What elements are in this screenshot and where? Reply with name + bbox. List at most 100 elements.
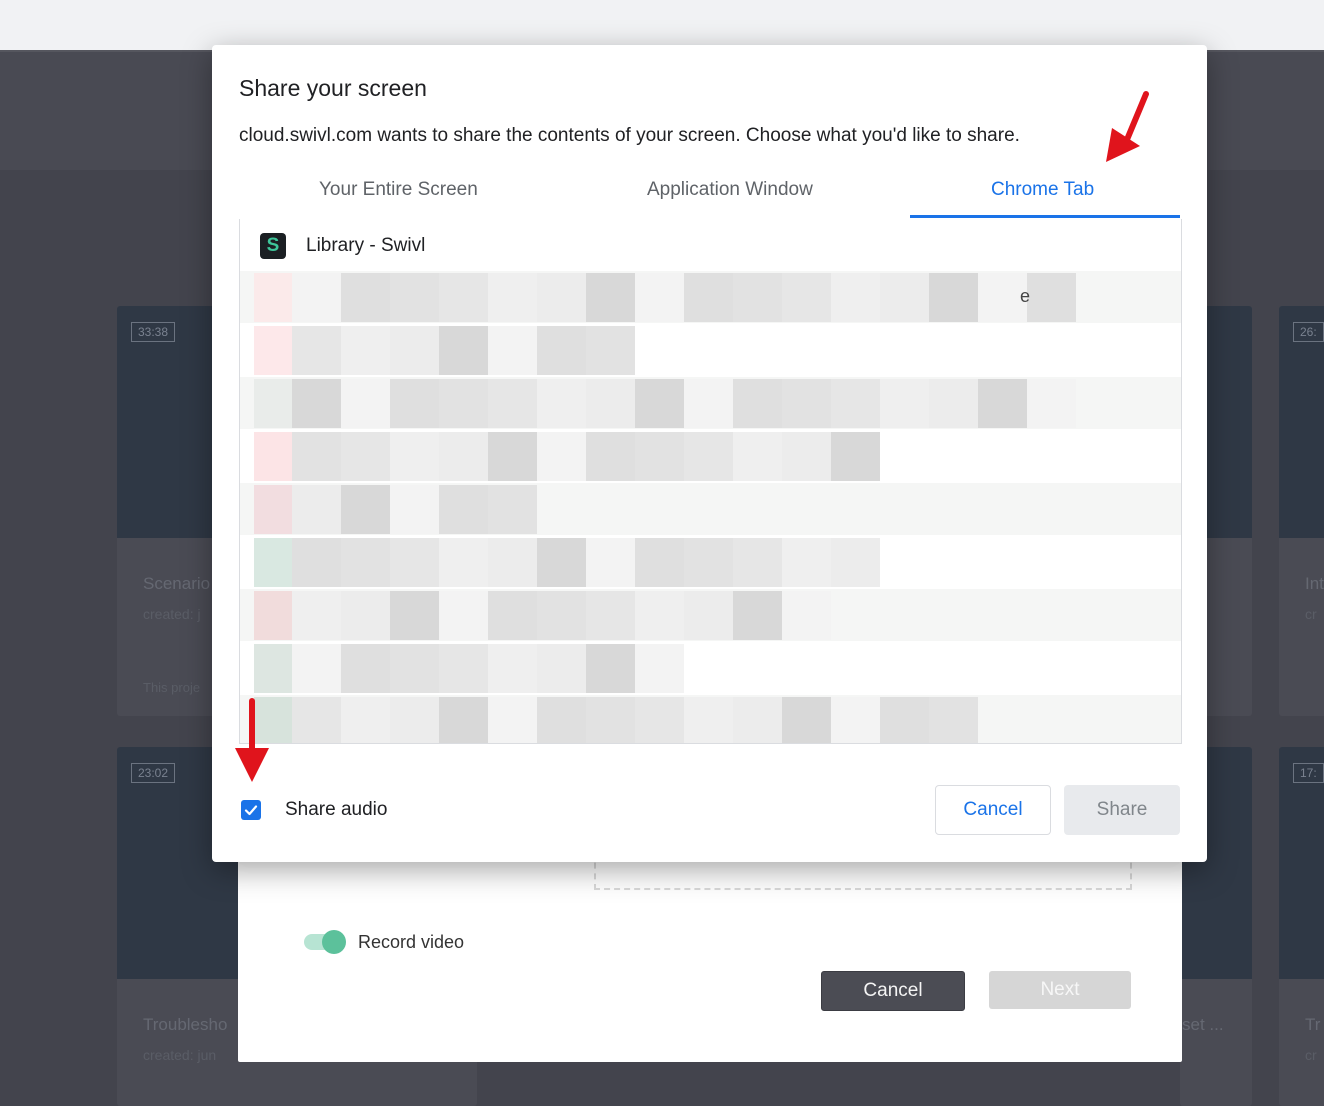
tab-entire-screen[interactable]: Your Entire Screen bbox=[319, 179, 478, 201]
duration-badge: 26: bbox=[1293, 322, 1324, 342]
card-title: Troublesho bbox=[143, 1015, 228, 1034]
blurred-text-block bbox=[586, 591, 635, 640]
blurred-text-block bbox=[292, 379, 341, 428]
card-thumbnail: 26: bbox=[1279, 306, 1324, 538]
blurred-text-block bbox=[586, 273, 635, 322]
duration-badge: 17: bbox=[1293, 763, 1324, 783]
list-item-blurred[interactable] bbox=[240, 324, 1181, 376]
blurred-text-block bbox=[733, 591, 782, 640]
blurred-text-block bbox=[831, 432, 880, 481]
duration-badge: 23:02 bbox=[131, 763, 176, 783]
card-meta: cr bbox=[1305, 1047, 1317, 1063]
blurred-text-block bbox=[488, 538, 537, 587]
blurred-text-block bbox=[341, 379, 390, 428]
blurred-text-block bbox=[341, 697, 390, 743]
blurred-favicon bbox=[254, 273, 292, 322]
blurred-text-block bbox=[537, 538, 586, 587]
blurred-text-block bbox=[1027, 379, 1076, 428]
blurred-text-block bbox=[586, 326, 635, 375]
list-item[interactable]: S Library - Swivl bbox=[240, 219, 1181, 271]
list-item-blurred[interactable] bbox=[240, 536, 1181, 588]
active-tab-indicator bbox=[910, 215, 1180, 218]
share-audio-checkbox[interactable] bbox=[241, 800, 261, 820]
tab-application-window[interactable]: Application Window bbox=[647, 179, 813, 201]
blurred-text-block bbox=[390, 644, 439, 693]
blurred-text-block bbox=[733, 432, 782, 481]
card-meta: cr bbox=[1305, 606, 1317, 622]
blurred-favicon bbox=[254, 485, 292, 534]
list-item-blurred[interactable] bbox=[240, 589, 1181, 641]
blurred-text-block bbox=[341, 273, 390, 322]
list-item-blurred[interactable] bbox=[240, 271, 1181, 323]
blurred-text-block bbox=[488, 432, 537, 481]
blurred-text-block bbox=[390, 591, 439, 640]
blurred-text-block bbox=[439, 485, 488, 534]
card-title: Int bbox=[1305, 574, 1324, 593]
blurred-text-block bbox=[488, 273, 537, 322]
blurred-text-block bbox=[782, 379, 831, 428]
blurred-text-block bbox=[635, 644, 684, 693]
blurred-text-block bbox=[831, 379, 880, 428]
share-audio-label: Share audio bbox=[285, 799, 388, 820]
blurred-text-block bbox=[684, 538, 733, 587]
blurred-text-block bbox=[733, 379, 782, 428]
blurred-text-block bbox=[292, 591, 341, 640]
list-item-blurred[interactable] bbox=[240, 377, 1181, 429]
blurred-text-block bbox=[390, 697, 439, 743]
blurred-text-block bbox=[292, 697, 341, 743]
blurred-text-block bbox=[292, 485, 341, 534]
blurred-text-block bbox=[880, 273, 929, 322]
blurred-text-block bbox=[831, 538, 880, 587]
blurred-favicon bbox=[254, 591, 292, 640]
checkmark-icon bbox=[244, 805, 258, 816]
list-item-partial-text: e bbox=[1020, 286, 1031, 306]
blurred-text-block bbox=[292, 644, 341, 693]
blurred-text-block bbox=[439, 432, 488, 481]
card-title: Tr bbox=[1305, 1015, 1321, 1034]
blurred-text-block bbox=[537, 273, 586, 322]
list-item-blurred[interactable] bbox=[240, 483, 1181, 535]
blurred-text-block bbox=[439, 697, 488, 743]
blurred-text-block bbox=[586, 697, 635, 743]
blurred-text-block bbox=[390, 432, 439, 481]
annotation-arrow-icon bbox=[1106, 91, 1149, 162]
chrome-tab-list[interactable]: S Library - Swivl e bbox=[239, 219, 1182, 744]
blurred-text-block bbox=[341, 485, 390, 534]
blurred-text-block bbox=[782, 591, 831, 640]
modal-next-button[interactable]: Next bbox=[989, 971, 1131, 1009]
tab-chrome-tab[interactable]: Chrome Tab bbox=[991, 179, 1094, 201]
blurred-text-block bbox=[292, 326, 341, 375]
blurred-text-block bbox=[635, 697, 684, 743]
dialog-cancel-button[interactable]: Cancel bbox=[935, 785, 1051, 835]
blurred-text-block bbox=[390, 273, 439, 322]
blurred-text-block bbox=[635, 432, 684, 481]
blurred-text-block bbox=[586, 538, 635, 587]
blurred-favicon bbox=[254, 326, 292, 375]
record-video-toggle[interactable] bbox=[304, 930, 348, 954]
card-thumbnail: 17: bbox=[1279, 747, 1324, 979]
blurred-text-block bbox=[537, 591, 586, 640]
blurred-text-block bbox=[782, 697, 831, 743]
modal-cancel-button[interactable]: Cancel bbox=[821, 971, 965, 1011]
blurred-text-block bbox=[439, 379, 488, 428]
library-card[interactable]: 17: Tr cr bbox=[1279, 747, 1324, 1106]
blurred-text-block bbox=[341, 326, 390, 375]
blurred-favicon bbox=[254, 644, 292, 693]
blurred-text-block bbox=[929, 379, 978, 428]
blurred-text-block bbox=[684, 432, 733, 481]
blurred-text-block bbox=[586, 379, 635, 428]
list-item-title: Library - Swivl bbox=[306, 235, 426, 256]
dialog-description: cloud.swivl.com wants to share the conte… bbox=[239, 125, 1020, 146]
card-meta: created: j bbox=[143, 606, 201, 622]
list-item-blurred[interactable] bbox=[240, 430, 1181, 482]
swivl-favicon-icon: S bbox=[260, 233, 286, 259]
list-item-blurred[interactable] bbox=[240, 642, 1181, 694]
blurred-favicon bbox=[254, 379, 292, 428]
toggle-knob bbox=[322, 930, 346, 954]
dialog-share-button[interactable]: Share bbox=[1064, 785, 1180, 835]
blurred-text-block bbox=[537, 379, 586, 428]
list-item-blurred[interactable] bbox=[240, 695, 1181, 743]
library-card[interactable]: 26: Int cr bbox=[1279, 306, 1324, 716]
blurred-text-block bbox=[488, 485, 537, 534]
blurred-text-block bbox=[292, 538, 341, 587]
